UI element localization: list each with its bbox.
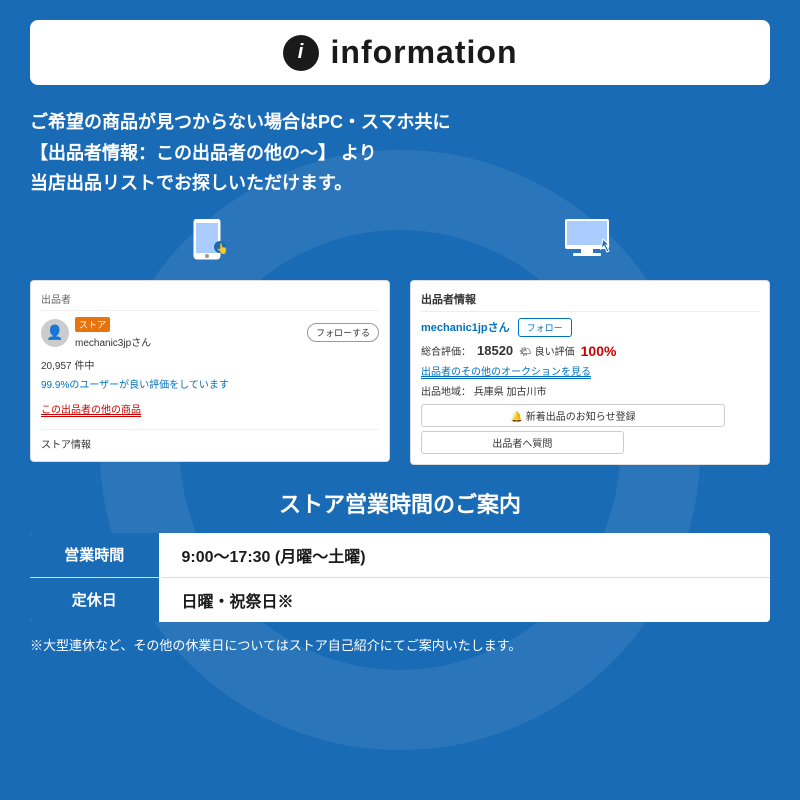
desktop-question-button[interactable]: 出品者へ質問 (421, 431, 624, 454)
desktop-screenshot-box: 出品者情報 mechanic1jpさん フォロー 総合評価： 18520 🌤 良… (410, 280, 770, 465)
desktop-rating-row: 総合評価： 18520 🌤 良い評価 100% (421, 343, 759, 359)
main-text-line1: ご希望の商品が見つからない場合はPC・スマホ共に (30, 107, 770, 138)
header-title: information (331, 34, 518, 71)
mobile-seller-info: ストア mechanic3jpさん (75, 317, 151, 349)
desktop-screenshot-wrapper: 出品者情報 mechanic1jpさん フォロー 総合評価： 18520 🌤 良… (410, 219, 770, 465)
mobile-follow-button[interactable]: フォローする (307, 323, 379, 342)
main-text-line2: 【出品者情報：この出品者の他の〜】 より (30, 138, 770, 169)
mobile-screenshot-wrapper: 👆 出品者 👤 ストア mechanic3jpさん フォローする 20,957 … (30, 219, 390, 462)
mobile-screenshot-box: 出品者 👤 ストア mechanic3jpさん フォローする 20,957 件中… (30, 280, 390, 462)
desktop-notify-button[interactable]: 🔔 新着出品のお知らせ登録 (421, 404, 725, 427)
svg-text:👆: 👆 (216, 242, 228, 255)
desktop-follow-button[interactable]: フォロー (518, 318, 572, 337)
desktop-good-pct: 100% (581, 343, 617, 359)
desktop-rating-num: 18520 (477, 343, 513, 358)
store-hours-section: ストア営業時間のご案内 営業時間 9:00〜17:30 (月曜〜土曜) 定休日 … (30, 487, 770, 656)
mobile-seller-name: mechanic3jpさん (75, 334, 151, 349)
desktop-location: 出品地域： 兵庫県 加古川市 (421, 383, 759, 398)
footer-note: ※大型連休など、その他の休業日についてはストア自己紹介にてご案内いたします。 (30, 636, 770, 656)
mobile-rating-text: 99.9%のユーザーが良い評価をしています (41, 376, 379, 391)
hours-label-holiday: 定休日 (30, 577, 160, 622)
desktop-device-icon (565, 219, 615, 272)
table-row: 営業時間 9:00〜17:30 (月曜〜土曜) (30, 533, 770, 578)
desktop-seller-row: mechanic1jpさん フォロー (421, 318, 759, 337)
main-text-line3: 当店出品リストでお探しいただけます。 (30, 168, 770, 199)
mobile-other-items-link[interactable]: この出品者の他の商品 (41, 401, 141, 417)
desktop-seller-info-label: 出品者情報 (421, 291, 759, 312)
mobile-store-info[interactable]: ストア情報 (41, 429, 379, 451)
screenshots-row: 👆 出品者 👤 ストア mechanic3jpさん フォローする 20,957 … (30, 219, 770, 465)
mobile-seller-row: 👤 ストア mechanic3jpさん フォローする (41, 317, 379, 349)
main-container: i information ご希望の商品が見つからない場合はPC・スマホ共に 【… (0, 0, 800, 675)
mobile-store-badge: ストア (75, 317, 110, 332)
info-icon: i (283, 35, 319, 71)
mobile-stats: 20,957 件中 (41, 357, 379, 372)
mobile-seller-label: 出品者 (41, 291, 379, 311)
header-box: i information (30, 20, 770, 85)
table-row: 定休日 日曜・祝祭日※ (30, 577, 770, 622)
hours-value-business: 9:00〜17:30 (月曜〜土曜) (160, 533, 770, 578)
store-hours-title: ストア営業時間のご案内 (30, 487, 770, 519)
hours-label-business: 営業時間 (30, 533, 160, 578)
mobile-avatar: 👤 (41, 319, 69, 347)
desktop-rating-label: 総合評価： (421, 343, 471, 358)
hours-table: 営業時間 9:00〜17:30 (月曜〜土曜) 定休日 日曜・祝祭日※ (30, 533, 770, 622)
desktop-auction-link[interactable]: 出品者のその他のオークションを見る (421, 363, 591, 379)
desktop-seller-name: mechanic1jpさん (421, 319, 510, 335)
hours-value-holiday: 日曜・祝祭日※ (160, 577, 770, 622)
mobile-seller-left: 👤 ストア mechanic3jpさん (41, 317, 151, 349)
mobile-device-icon: 👆 (190, 219, 230, 272)
desktop-good-label: 🌤 良い評価 (519, 343, 574, 358)
main-text: ご希望の商品が見つからない場合はPC・スマホ共に 【出品者情報：この出品者の他の… (30, 107, 770, 199)
